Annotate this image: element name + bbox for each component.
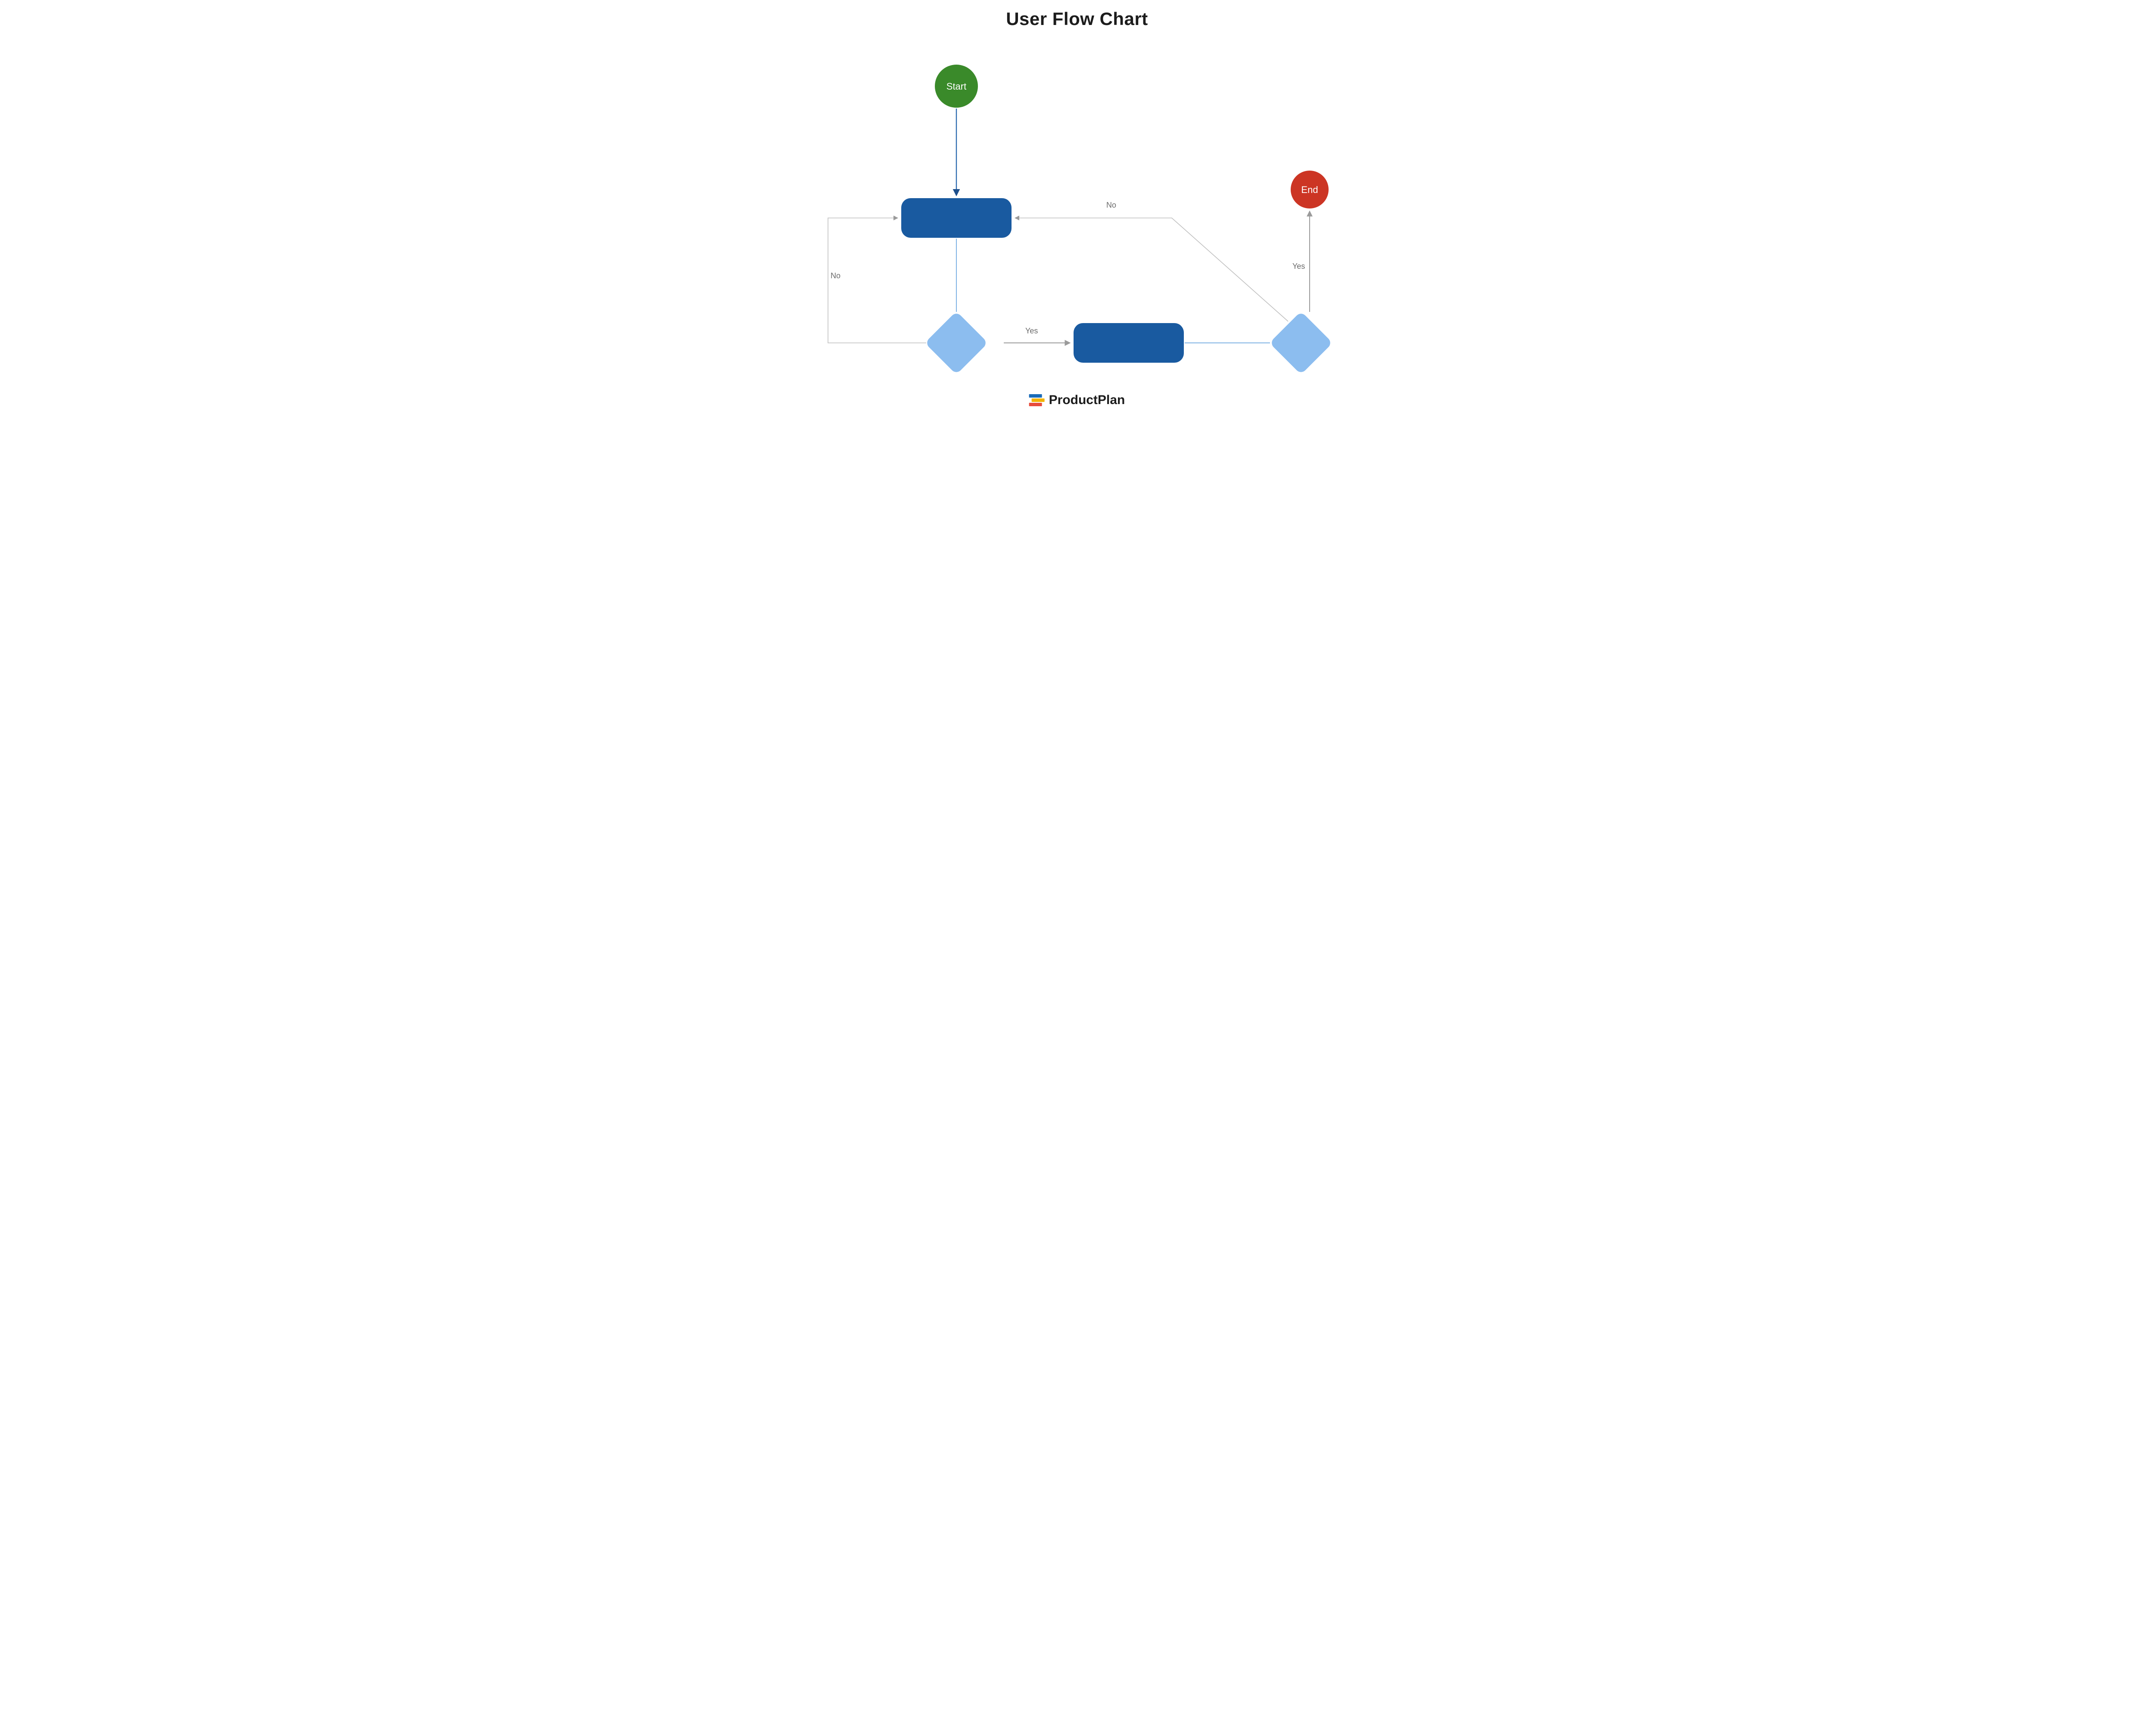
productplan-logo-text: ProductPlan xyxy=(1049,393,1125,408)
productplan-logo: ProductPlan xyxy=(1029,393,1125,408)
end-node xyxy=(1291,171,1329,208)
edge-label-decision-a-yes: Yes xyxy=(1025,327,1038,336)
productplan-logo-icon xyxy=(1029,394,1045,406)
decision-b-node xyxy=(1269,311,1332,374)
edge-decision-b-to-process-a xyxy=(1015,218,1288,321)
edge-label-decision-a-no: No xyxy=(831,271,840,280)
decision-a-node xyxy=(924,311,988,374)
edge-label-decision-b-yes: Yes xyxy=(1292,262,1305,271)
diagram-svg xyxy=(801,0,1353,414)
flowchart-canvas: User Flow Chart xyxy=(801,0,1353,414)
start-node xyxy=(935,65,978,108)
process-b-node xyxy=(1074,323,1184,363)
process-a-node xyxy=(901,198,1012,238)
edge-label-decision-b-no: No xyxy=(1106,201,1116,210)
